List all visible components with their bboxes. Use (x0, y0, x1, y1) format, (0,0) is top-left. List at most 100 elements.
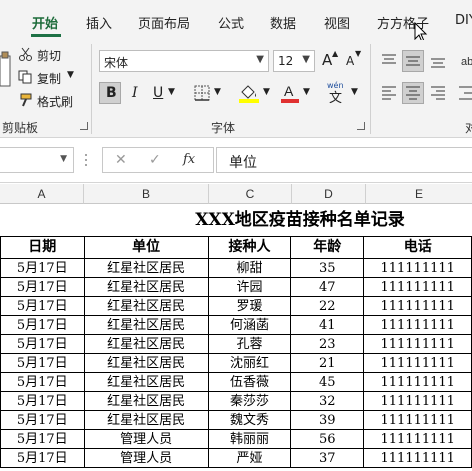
font-color-icon[interactable]: A (280, 83, 300, 103)
cell-phone[interactable]: 111111111 (363, 353, 472, 373)
column-header-d[interactable]: D (292, 184, 366, 204)
cell-date[interactable]: 5月17日 (0, 410, 85, 430)
cell-age[interactable]: 22 (290, 296, 365, 316)
align-right-icon[interactable] (430, 85, 446, 101)
fill-color-dropdown-icon[interactable]: ▼ (263, 88, 270, 97)
formula-input[interactable]: 单位 (216, 147, 472, 173)
bold-button[interactable]: B (99, 82, 121, 104)
cell-date[interactable]: 5月17日 (0, 258, 85, 278)
font-size-combo[interactable]: 12 ▼ (273, 50, 315, 72)
drag-handle-icon[interactable] (84, 152, 88, 168)
underline-button[interactable]: U (153, 86, 163, 100)
cell-person[interactable]: 沈丽红 (207, 353, 292, 373)
cell-phone[interactable]: 111111111 (363, 277, 472, 297)
borders-icon[interactable] (194, 85, 210, 101)
grow-font-button[interactable]: A (322, 53, 332, 68)
cell-unit[interactable]: 红星社区居民 (83, 372, 209, 392)
tab-data[interactable]: 数据 (270, 13, 296, 32)
header-date[interactable]: 日期 (0, 236, 85, 259)
insert-function-icon[interactable]: fx (183, 152, 195, 167)
tab-diy[interactable]: DIY (455, 13, 472, 28)
cell-phone[interactable]: 111111111 (363, 258, 472, 278)
cell-date[interactable]: 5月17日 (0, 277, 85, 297)
cell-age[interactable]: 39 (290, 410, 365, 430)
cell-phone[interactable]: 111111111 (363, 372, 472, 392)
align-center-button[interactable] (402, 82, 424, 104)
cell-date[interactable]: 5月17日 (0, 391, 85, 411)
cell-age[interactable]: 32 (290, 391, 365, 411)
cell-date[interactable]: 5月17日 (0, 334, 85, 354)
cell-date[interactable]: 5月17日 (0, 429, 85, 449)
cell-age[interactable]: 47 (290, 277, 365, 297)
italic-button[interactable]: I (132, 86, 138, 100)
font-name-combo[interactable]: 宋体 ▼ (99, 50, 269, 72)
cell-unit[interactable]: 红星社区居民 (83, 410, 209, 430)
cell-unit[interactable]: 红星社区居民 (83, 277, 209, 297)
cell-phone[interactable]: 111111111 (363, 410, 472, 430)
cell-unit[interactable]: 管理人员 (83, 429, 209, 449)
cell-person[interactable]: 秦莎莎 (207, 391, 292, 411)
cell-age[interactable]: 56 (290, 429, 365, 449)
cell-unit[interactable]: 红星社区居民 (83, 353, 209, 373)
cell-unit[interactable]: 红星社区居民 (83, 391, 209, 411)
column-header-e[interactable]: E (366, 184, 472, 204)
sheet-title[interactable]: XXX地区疫苗接种名单记录 (0, 205, 472, 236)
phonetic-dropdown-icon[interactable]: ▼ (351, 88, 358, 97)
header-person[interactable]: 接种人 (207, 236, 292, 259)
orientation-icon[interactable]: ab (460, 53, 472, 69)
cell-age[interactable]: 41 (290, 315, 365, 335)
cell-unit[interactable]: 红星社区居民 (83, 334, 209, 354)
borders-dropdown-icon[interactable]: ▼ (214, 88, 221, 97)
cell-person[interactable]: 罗瑗 (207, 296, 292, 316)
column-header-c[interactable]: C (209, 184, 292, 204)
name-box[interactable]: ▼ (0, 147, 74, 173)
column-header-a[interactable]: A (0, 184, 84, 204)
tab-formulas[interactable]: 公式 (218, 13, 244, 32)
align-left-icon[interactable] (381, 85, 397, 101)
align-middle-button[interactable] (402, 50, 424, 72)
align-top-icon[interactable] (381, 53, 397, 69)
cell-person[interactable]: 许园 (207, 277, 292, 297)
cell-phone[interactable]: 111111111 (363, 334, 472, 354)
enter-icon[interactable]: ✓ (149, 152, 161, 168)
cell-age[interactable]: 21 (290, 353, 365, 373)
font-launcher-icon[interactable] (357, 122, 365, 130)
cell-person[interactable]: 柳甜 (207, 258, 292, 278)
format-painter-button[interactable]: 格式刷 (37, 93, 73, 110)
cell-phone[interactable]: 111111111 (363, 315, 472, 335)
decrease-indent-icon[interactable] (458, 85, 472, 101)
cell-date[interactable]: 5月17日 (0, 296, 85, 316)
paste-button[interactable] (0, 50, 12, 110)
cell-phone[interactable]: 111111111 (363, 391, 472, 411)
cancel-icon[interactable]: ✕ (115, 152, 127, 168)
underline-dropdown-icon[interactable]: ▼ (168, 88, 175, 97)
tab-view[interactable]: 视图 (324, 13, 350, 32)
tab-page-layout[interactable]: 页面布局 (138, 13, 190, 32)
cell-phone[interactable]: 111111111 (363, 429, 472, 449)
copy-dropdown-arrow-icon[interactable]: ▼ (67, 70, 74, 80)
clipboard-launcher-icon[interactable] (80, 122, 88, 130)
cell-person[interactable]: 孔蓉 (207, 334, 292, 354)
cell-date[interactable]: 5月17日 (0, 353, 85, 373)
cell-unit[interactable]: 管理人员 (83, 448, 209, 468)
cell-unit[interactable]: 红星社区居民 (83, 296, 209, 316)
tab-insert[interactable]: 插入 (86, 13, 112, 32)
cell-phone[interactable]: 111111111 (363, 448, 472, 468)
copy-button[interactable]: 复制 (37, 70, 61, 87)
cell-person[interactable]: 韩丽丽 (207, 429, 292, 449)
fill-color-icon[interactable] (238, 83, 260, 103)
phonetic-guide-button[interactable]: 文 (329, 92, 342, 105)
cell-date[interactable]: 5月17日 (0, 372, 85, 392)
tab-home[interactable]: 开始 (32, 13, 58, 32)
cell-age[interactable]: 37 (290, 448, 365, 468)
column-header-b[interactable]: B (84, 184, 209, 204)
cell-unit[interactable]: 红星社区居民 (83, 258, 209, 278)
cell-age[interactable]: 35 (290, 258, 365, 278)
align-bottom-icon[interactable] (430, 53, 446, 69)
cell-phone[interactable]: 111111111 (363, 296, 472, 316)
font-color-dropdown-icon[interactable]: ▼ (303, 88, 310, 97)
cell-person[interactable]: 伍香薇 (207, 372, 292, 392)
cell-date[interactable]: 5月17日 (0, 448, 85, 468)
header-unit[interactable]: 单位 (83, 236, 209, 259)
cell-age[interactable]: 23 (290, 334, 365, 354)
